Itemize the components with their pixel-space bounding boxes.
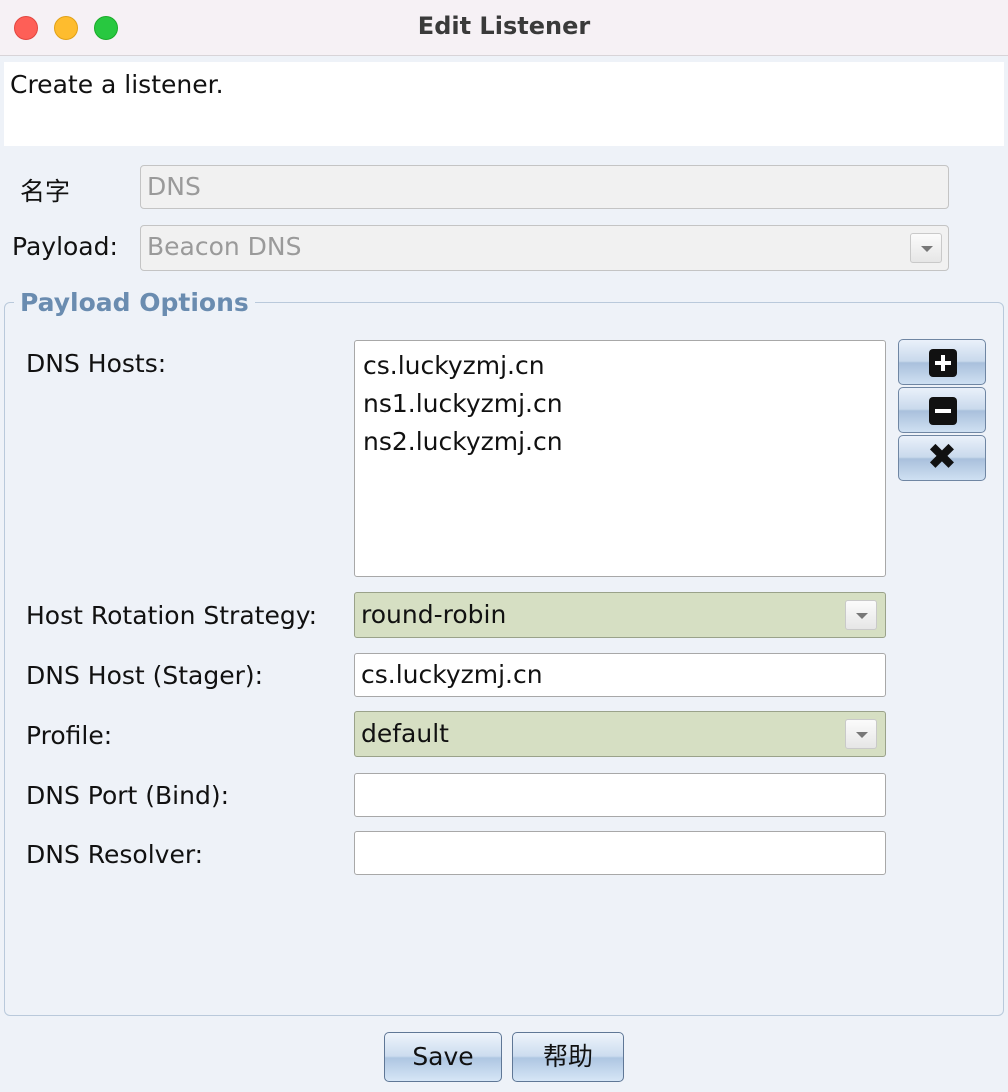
chevron-down-icon <box>910 233 942 263</box>
dns-port-label: DNS Port (Bind): <box>26 781 230 810</box>
help-button[interactable]: 帮助 <box>512 1032 624 1082</box>
clear-hosts-button[interactable]: ✖ <box>898 435 986 481</box>
description-panel: Create a listener. <box>4 62 1004 146</box>
x-icon: ✖ <box>926 437 958 478</box>
remove-host-button[interactable] <box>898 387 986 433</box>
dns-resolver-input[interactable] <box>354 831 886 875</box>
description-text: Create a listener. <box>10 70 224 99</box>
payload-label: Payload: <box>12 232 118 261</box>
minus-icon <box>929 397 957 425</box>
save-button[interactable]: Save <box>384 1032 502 1082</box>
stager-host-input[interactable]: cs.luckyzmj.cn <box>354 653 886 697</box>
plus-icon <box>929 349 957 377</box>
stager-host-label: DNS Host (Stager): <box>26 661 264 690</box>
name-field: DNS <box>140 165 949 209</box>
profile-label: Profile: <box>26 721 113 750</box>
dns-resolver-label: DNS Resolver: <box>26 840 204 869</box>
window-title: Edit Listener <box>417 12 591 40</box>
list-item[interactable]: cs.luckyzmj.cn <box>363 347 877 385</box>
list-item[interactable]: ns2.luckyzmj.cn <box>363 423 877 461</box>
rotation-strategy-select[interactable]: round-robin <box>354 592 886 638</box>
payload-select-value: Beacon DNS <box>147 232 302 261</box>
dns-hosts-list[interactable]: cs.luckyzmj.cn ns1.luckyzmj.cn ns2.lucky… <box>354 340 886 577</box>
profile-select[interactable]: default <box>354 711 886 757</box>
rotation-strategy-label: Host Rotation Strategy: <box>26 601 318 630</box>
title-bar: Edit Listener <box>0 0 1008 56</box>
dns-hosts-label: DNS Hosts: <box>26 349 167 378</box>
chevron-down-icon <box>845 719 877 749</box>
profile-value: default <box>361 719 449 748</box>
chevron-down-icon <box>845 600 877 630</box>
add-host-button[interactable] <box>898 339 986 385</box>
list-item[interactable]: ns1.luckyzmj.cn <box>363 385 877 423</box>
payload-options-title: Payload Options <box>14 288 255 317</box>
name-label: 名字 <box>20 177 71 206</box>
rotation-strategy-value: round-robin <box>361 600 507 629</box>
payload-select: Beacon DNS <box>140 225 949 271</box>
dns-port-input[interactable] <box>354 773 886 817</box>
